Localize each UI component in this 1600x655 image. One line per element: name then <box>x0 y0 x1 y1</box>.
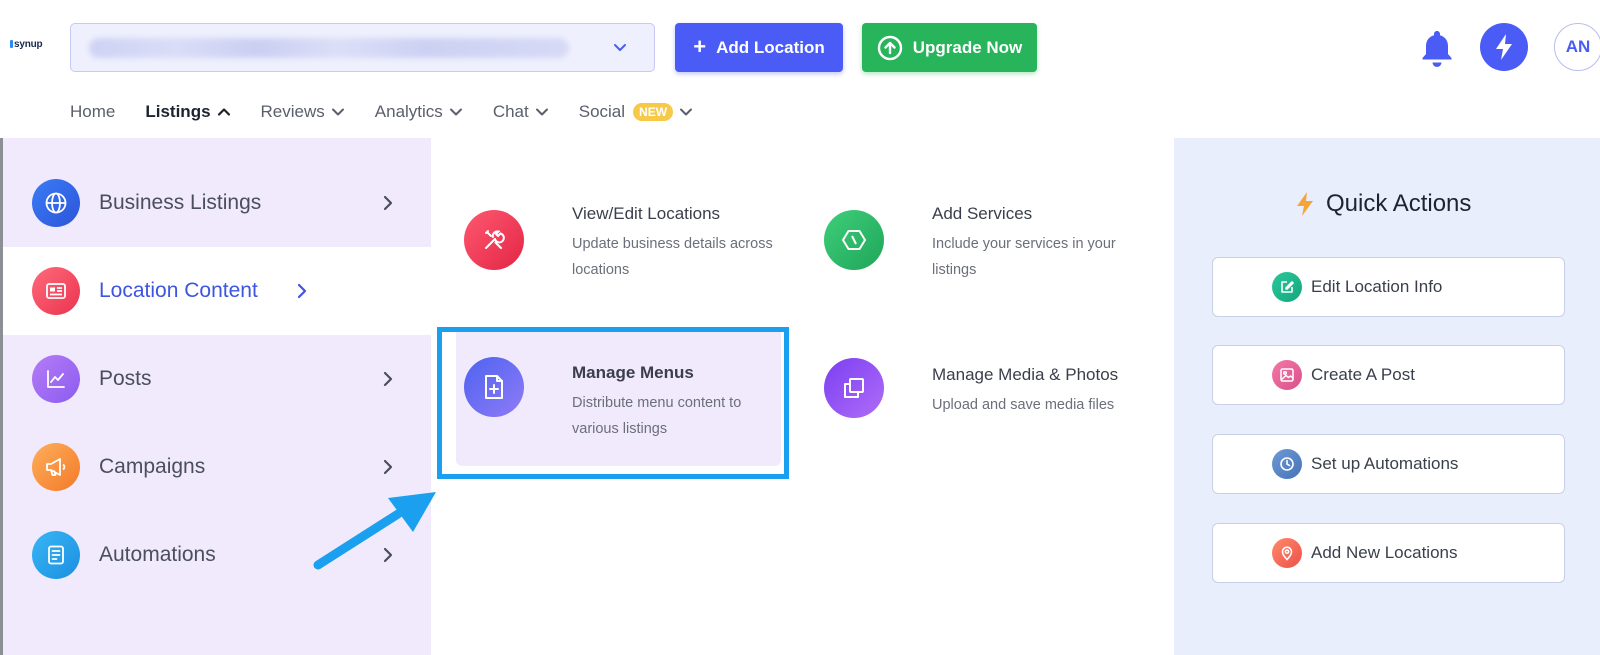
listings-mega-menu: Business Listings Location Content Posts… <box>0 138 1600 655</box>
edit-icon <box>1272 272 1302 302</box>
lightning-icon <box>1496 34 1512 60</box>
chevron-down-icon <box>449 108 462 116</box>
option-add-services[interactable]: Add Services Include your services in yo… <box>821 198 1151 298</box>
upgrade-now-label: Upgrade Now <box>912 37 1023 57</box>
quick-action-edit-location-info[interactable]: Edit Location Info <box>1212 257 1565 317</box>
synup-logo[interactable]: synup <box>10 39 43 50</box>
location-pin-icon <box>1272 538 1302 568</box>
chart-line-icon <box>32 355 80 403</box>
quick-actions-title: Quick Actions <box>1326 190 1472 217</box>
chevron-down-icon <box>331 108 344 116</box>
option-title: Manage Media & Photos <box>932 365 1119 384</box>
category-label: Posts <box>99 367 152 390</box>
megaphone-icon <box>32 443 80 491</box>
pointer-arrow-annotation <box>313 492 436 570</box>
category-label: Automations <box>99 543 216 566</box>
bell-icon[interactable] <box>1419 28 1455 68</box>
logo-text: synup <box>14 39 43 50</box>
location-selector-value-blurred <box>89 38 569 58</box>
chevron-right-icon <box>383 459 393 475</box>
chevron-right-icon <box>297 283 307 299</box>
category-location-content[interactable]: Location Content <box>3 247 431 335</box>
lightning-icon <box>1297 192 1313 216</box>
nav-analytics[interactable]: Analytics <box>375 102 463 122</box>
quick-action-label: Add New Locations <box>1311 543 1458 562</box>
category-label: Campaigns <box>99 455 206 478</box>
category-business-listings[interactable]: Business Listings <box>3 159 431 247</box>
category-label: Business Listings <box>99 191 262 214</box>
nav-social[interactable]: Social NEW <box>579 102 693 122</box>
chevron-down-icon <box>680 108 693 116</box>
option-description: Update business details across locations <box>572 236 773 278</box>
quick-actions-panel: Quick Actions Edit Location Info Create … <box>1174 138 1600 655</box>
quick-action-label: Create A Post <box>1311 365 1415 384</box>
nav-listings-label: Listings <box>145 102 211 121</box>
option-title: View/Edit Locations <box>572 204 721 223</box>
upgrade-now-button[interactable]: Upgrade Now <box>862 23 1037 72</box>
nav-social-label: Social <box>578 102 626 121</box>
quick-action-label: Edit Location Info <box>1311 277 1443 296</box>
image-icon <box>1272 360 1302 390</box>
document-list-icon <box>32 531 80 579</box>
main-nav: Home Listings Reviews Analytics Chat Soc… <box>70 98 723 126</box>
user-avatar[interactable]: AN <box>1554 23 1600 71</box>
plus-icon: + <box>693 33 707 59</box>
newspaper-icon <box>32 267 80 315</box>
option-description: Upload and save media files <box>932 397 1115 413</box>
highlight-box-annotation <box>437 327 789 479</box>
option-title: Add Services <box>932 204 1033 223</box>
chevron-right-icon <box>383 371 393 387</box>
quick-action-label: Set up Automations <box>1311 454 1459 473</box>
chevron-down-icon <box>614 44 626 51</box>
nav-home[interactable]: Home <box>70 102 115 122</box>
new-badge: NEW <box>633 103 674 121</box>
clock-icon <box>1272 449 1302 479</box>
chevron-down-icon <box>535 108 548 116</box>
tools-icon <box>464 210 524 270</box>
nav-chat-label: Chat <box>492 102 529 121</box>
globe-icon <box>32 179 80 227</box>
nav-chat[interactable]: Chat <box>493 102 549 122</box>
copy-icon <box>824 358 884 418</box>
location-selector[interactable] <box>70 23 655 72</box>
add-location-label: Add Location <box>716 37 825 57</box>
chevron-up-icon <box>217 108 230 116</box>
option-view-edit-locations[interactable]: View/Edit Locations Update business deta… <box>461 198 781 298</box>
quick-actions-header: Quick Actions <box>1294 190 1471 218</box>
hexagon-icon <box>824 210 884 270</box>
quick-action-create-a-post[interactable]: Create A Post <box>1212 345 1565 405</box>
nav-reviews[interactable]: Reviews <box>261 102 345 122</box>
nav-analytics-label: Analytics <box>374 102 443 121</box>
nav-home-label: Home <box>70 102 116 121</box>
logo-mark-icon <box>10 40 13 48</box>
quick-action-add-new-locations[interactable]: Add New Locations <box>1212 523 1565 583</box>
nav-listings[interactable]: Listings <box>145 102 230 122</box>
option-description: Include your services in your listings <box>932 236 1116 278</box>
category-posts[interactable]: Posts <box>3 335 431 423</box>
quick-action-set-up-automations[interactable]: Set up Automations <box>1212 434 1565 494</box>
top-bar: synup + Add Location Upgrade Now AN <box>0 0 1600 92</box>
lightning-button[interactable] <box>1480 23 1528 71</box>
chevron-right-icon <box>383 195 393 211</box>
option-manage-media-photos[interactable]: Manage Media & Photos Upload and save me… <box>821 358 1151 438</box>
arrow-up-circle-icon <box>877 35 902 60</box>
add-location-button[interactable]: + Add Location <box>675 23 843 72</box>
category-label: Location Content <box>99 279 258 302</box>
nav-reviews-label: Reviews <box>260 102 325 121</box>
